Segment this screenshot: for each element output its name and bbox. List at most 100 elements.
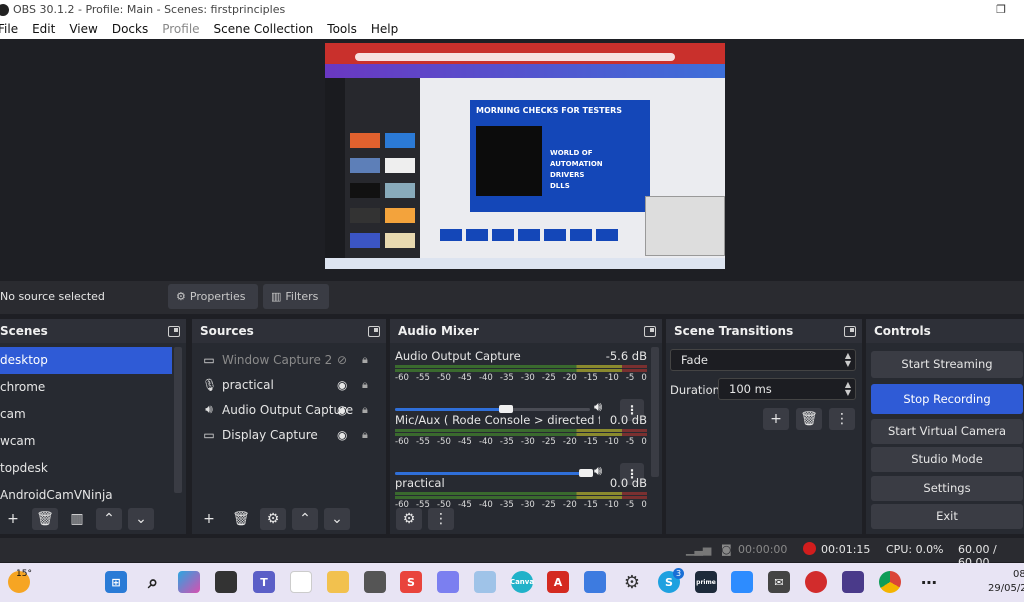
- properties-button[interactable]: ⚙ Properties: [168, 284, 258, 309]
- source-properties-icon[interactable]: ⚙: [260, 508, 286, 530]
- lock-icon[interactable]: 🔒︎: [362, 378, 368, 392]
- menu-view[interactable]: View: [69, 22, 97, 36]
- duration-label: Duration: [670, 383, 720, 397]
- eye-icon[interactable]: ◉: [337, 403, 347, 417]
- hidden-eye-icon[interactable]: ⊘: [337, 353, 347, 367]
- scene-item[interactable]: AndroidCamVNinja: [0, 482, 172, 509]
- search-icon[interactable]: ⌕: [142, 571, 164, 593]
- preview-screen[interactable]: MORNING CHECKS FOR TESTERS WORLD OF AUTO…: [325, 43, 725, 269]
- photos-icon[interactable]: [474, 571, 496, 593]
- remove-scene-icon[interactable]: 🗑: [32, 508, 58, 530]
- exit-button[interactable]: Exit: [871, 504, 1023, 529]
- remove-source-icon[interactable]: 🗑: [228, 508, 254, 530]
- s-app-icon[interactable]: S: [400, 571, 422, 593]
- transition-select[interactable]: Fade ▲ ▼: [670, 349, 856, 371]
- spin-icon[interactable]: ▲ ▼: [845, 381, 851, 397]
- studio-mode-button[interactable]: Studio Mode: [871, 447, 1023, 472]
- scene-item[interactable]: chrome: [0, 374, 172, 401]
- scene-item[interactable]: wcam: [0, 428, 172, 455]
- record-icon[interactable]: [805, 571, 827, 593]
- remove-transition-icon[interactable]: 🗑: [796, 408, 822, 430]
- eye-icon[interactable]: ◉: [337, 378, 347, 392]
- scene-item[interactable]: desktop: [0, 347, 172, 374]
- monitor-icon: ▭: [203, 427, 215, 442]
- explorer-icon[interactable]: [327, 571, 349, 593]
- settings-button[interactable]: Settings: [871, 476, 1023, 501]
- prime-video-icon[interactable]: prime: [695, 571, 717, 593]
- menu-profile[interactable]: Profile: [162, 22, 199, 36]
- menu-edit[interactable]: Edit: [32, 22, 55, 36]
- menu-tools[interactable]: Tools: [327, 22, 357, 36]
- scene-item[interactable]: topdesk: [0, 455, 172, 482]
- controls-title: Controls: [874, 324, 931, 338]
- add-scene-icon[interactable]: +: [0, 508, 26, 530]
- store-icon[interactable]: [584, 571, 606, 593]
- source-item[interactable]: ▭ Display Capture ◉ 🔒︎: [192, 422, 386, 447]
- scenes-scrollbar[interactable]: [174, 347, 182, 493]
- window-icon: ▭: [203, 352, 215, 367]
- source-item[interactable]: ▭ Window Capture 2 ⊘ 🔒︎: [192, 347, 386, 372]
- stop-recording-button[interactable]: Stop Recording: [871, 384, 1023, 414]
- move-up-icon[interactable]: ⌃: [96, 508, 122, 530]
- zoom-icon[interactable]: [731, 571, 753, 593]
- menu-help[interactable]: Help: [371, 22, 398, 36]
- undock-icon[interactable]: [168, 325, 180, 337]
- start-icon[interactable]: ⊞: [105, 571, 127, 593]
- preview-canva-panel: [345, 78, 420, 258]
- mixer-scrollbar[interactable]: [651, 347, 659, 477]
- lock-icon[interactable]: 🔒︎: [362, 353, 368, 367]
- lock-icon[interactable]: 🔒︎: [362, 403, 368, 417]
- volume-slider[interactable]: [395, 405, 590, 413]
- restore-icon[interactable]: ❐: [978, 3, 1024, 16]
- tile-icon[interactable]: [437, 571, 459, 593]
- menu-bar: File Edit View Docks Profile Scene Colle…: [0, 19, 1024, 39]
- gear-icon[interactable]: ⚙: [621, 571, 643, 593]
- more-icon[interactable]: ⋯: [918, 571, 940, 593]
- stream-icon: ◙: [721, 543, 732, 556]
- scene-filters-icon[interactable]: ▥: [64, 508, 90, 530]
- signal-bars-icon: ▁▃▅: [686, 543, 712, 556]
- move-down-icon[interactable]: ⌄: [324, 508, 350, 530]
- filters-button[interactable]: ▥ Filters: [263, 284, 329, 309]
- source-toolbar: No source selected ⚙ Properties ▥ Filters: [0, 281, 1024, 314]
- source-item[interactable]: 🎙︎ practical ◉ 🔒︎: [192, 372, 386, 397]
- move-down-icon[interactable]: ⌄: [128, 508, 154, 530]
- menu-scene-collection[interactable]: Scene Collection: [214, 22, 314, 36]
- acrobat-icon[interactable]: A: [547, 571, 569, 593]
- volume-slider[interactable]: [395, 469, 594, 477]
- add-transition-icon[interactable]: +: [763, 408, 789, 430]
- transition-properties-icon[interactable]: ⋮: [829, 408, 855, 430]
- duration-input[interactable]: 100 ms ▲ ▼: [718, 378, 856, 400]
- task-view-icon[interactable]: [215, 571, 237, 593]
- chrome-icon[interactable]: [879, 571, 901, 593]
- teams-icon[interactable]: T: [253, 571, 275, 593]
- canva-icon[interactable]: Canva: [510, 571, 534, 593]
- settings-app-icon[interactable]: [364, 571, 386, 593]
- add-source-icon[interactable]: +: [196, 508, 222, 530]
- scenes-dock: Scenes desktop chrome cam wcam topdesk A…: [0, 319, 186, 534]
- mixer-menu-icon[interactable]: ⋮: [428, 508, 454, 530]
- mail-icon[interactable]: ✉: [768, 571, 790, 593]
- menu-docks[interactable]: Docks: [112, 22, 148, 36]
- eye-icon[interactable]: ◉: [337, 428, 347, 442]
- record-icon: [803, 542, 816, 555]
- undock-icon[interactable]: [368, 325, 380, 337]
- scene-item[interactable]: cam: [0, 401, 172, 428]
- file-icon[interactable]: [290, 571, 312, 593]
- start-virtual-camera-button[interactable]: Start Virtual Camera: [871, 419, 1023, 444]
- lock-icon[interactable]: 🔒︎: [362, 428, 368, 442]
- source-item[interactable]: 🔊︎ Audio Output Capture ◉ 🔒︎: [192, 397, 386, 422]
- copilot-icon[interactable]: [178, 571, 200, 593]
- skype-badge: 3: [673, 568, 684, 579]
- menu-file[interactable]: File: [0, 22, 18, 36]
- undock-icon[interactable]: [644, 325, 656, 337]
- cpu-usage: CPU: 0.0%: [886, 543, 944, 556]
- preview-slide: MORNING CHECKS FOR TESTERS WORLD OF AUTO…: [470, 100, 650, 212]
- move-up-icon[interactable]: ⌃: [292, 508, 318, 530]
- undock-icon[interactable]: [844, 325, 856, 337]
- slide-thumbnails: [440, 229, 640, 243]
- obs-icon[interactable]: [842, 571, 864, 593]
- preview-area[interactable]: MORNING CHECKS FOR TESTERS WORLD OF AUTO…: [0, 39, 1024, 276]
- start-streaming-button[interactable]: Start Streaming: [871, 351, 1023, 378]
- advanced-audio-settings-icon[interactable]: ⚙: [396, 508, 422, 530]
